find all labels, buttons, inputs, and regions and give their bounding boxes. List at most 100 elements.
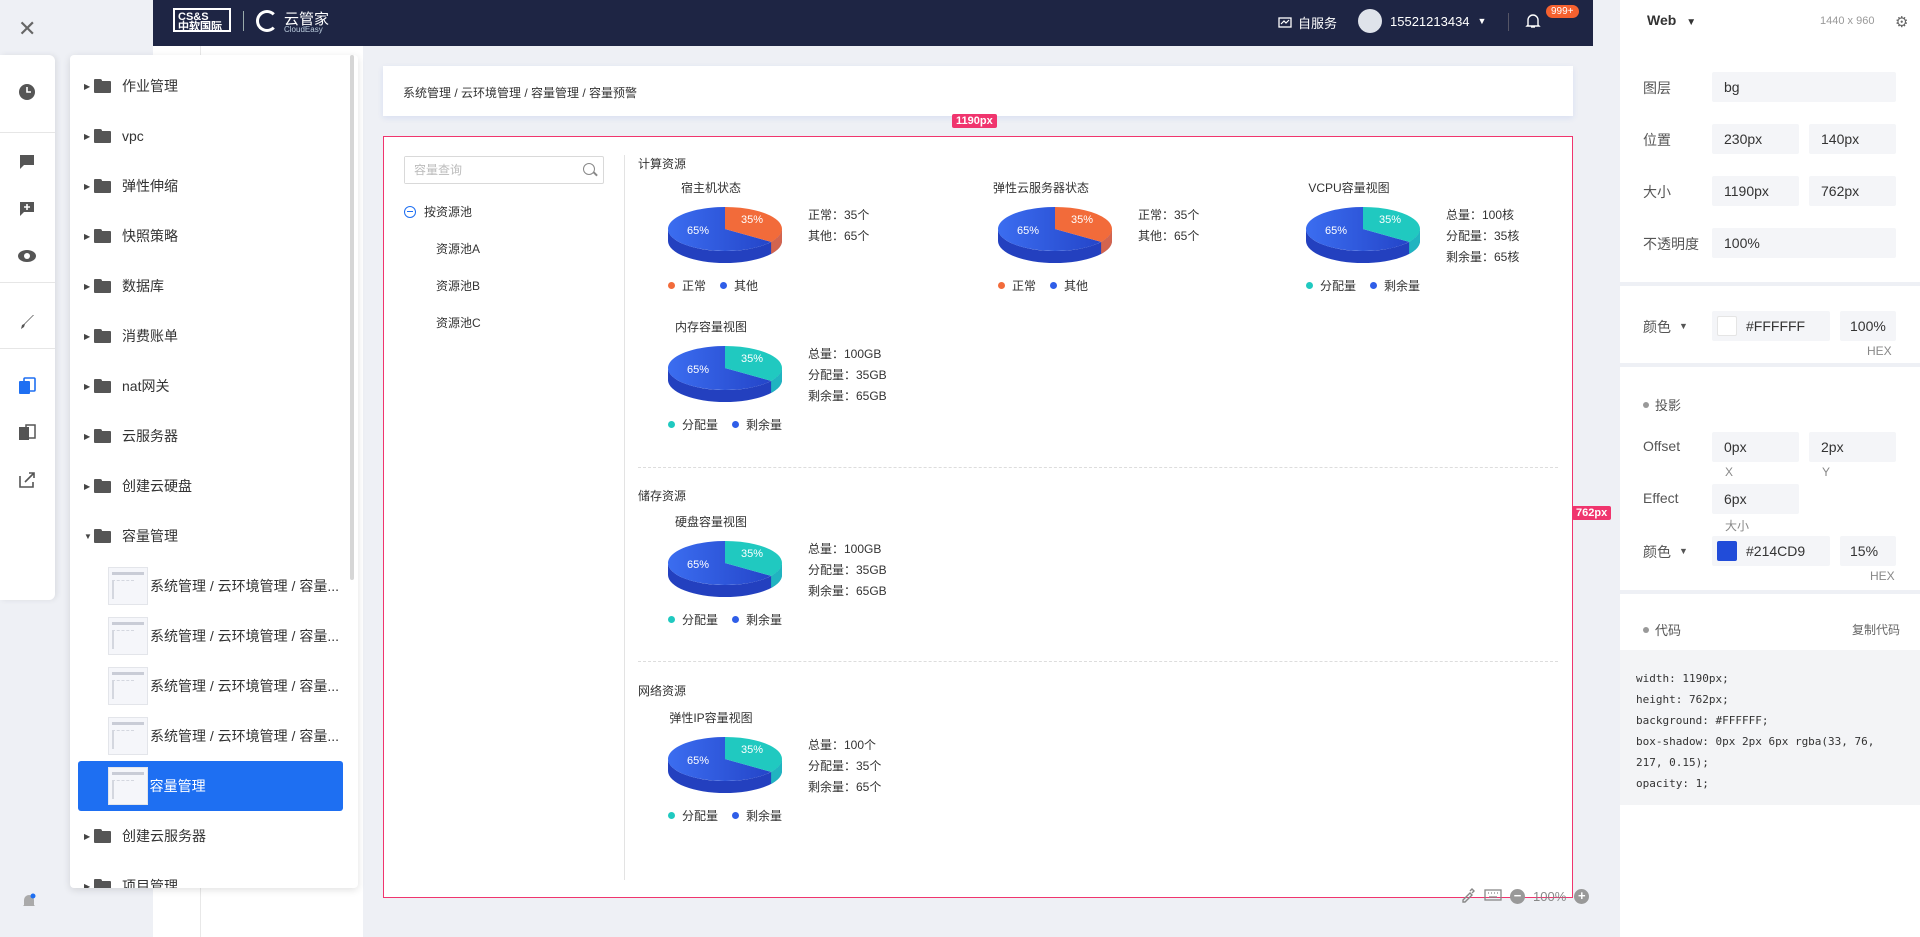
legend-label: 正常 xyxy=(682,279,707,293)
pool-item-a[interactable]: 资源池A xyxy=(436,240,480,257)
caret-icon[interactable]: ▼ xyxy=(70,532,94,541)
device-select[interactable]: Web ▼ xyxy=(1647,12,1696,28)
stat-line: 分配量：35核 xyxy=(1446,229,1520,243)
layer-folder[interactable]: ▶ 创建云硬盘 xyxy=(70,461,350,511)
user-menu[interactable]: 15521213434 ▼ xyxy=(1358,9,1486,33)
layer-folder[interactable]: ▶ 弹性伸缩 xyxy=(70,161,350,211)
legend-dot xyxy=(1050,282,1058,289)
close-icon[interactable]: ✕ xyxy=(18,16,36,42)
legend-item[interactable]: 剩余量 xyxy=(732,416,782,433)
shadow-blur-field[interactable]: 6px xyxy=(1712,484,1799,514)
layer-folder[interactable]: ▶ 创建云服务器 xyxy=(70,811,350,861)
keyboard-icon[interactable] xyxy=(1484,889,1502,904)
search-input[interactable] xyxy=(405,157,565,183)
code-line: box-shadow: 0px 2px 6px rgba(33, 76, 217… xyxy=(1636,735,1882,769)
artboard-size: 1440 x 960 xyxy=(1820,15,1875,27)
pool-item-b[interactable]: 资源池B xyxy=(436,277,480,294)
fill-opacity-field[interactable]: 100% xyxy=(1840,311,1896,341)
layer-page-item-active[interactable]: 容量管理 xyxy=(78,761,343,811)
height-field[interactable]: 762px xyxy=(1809,176,1896,206)
fill-color-select[interactable]: 颜色 ▼ xyxy=(1643,317,1688,337)
caret-icon[interactable]: ▶ xyxy=(70,882,94,889)
layer-folder[interactable]: ▶ 项目管理 xyxy=(70,861,350,888)
layer-folder-expanded[interactable]: ▼ 容量管理 xyxy=(70,511,350,561)
layers-icon[interactable] xyxy=(16,375,38,397)
legend-item[interactable]: 其他 xyxy=(1050,277,1088,294)
shadow-color-swatch[interactable] xyxy=(1717,541,1737,561)
caret-icon[interactable]: ▶ xyxy=(70,332,94,341)
legend-item[interactable]: 分配量 xyxy=(1306,277,1356,294)
layer-page-item[interactable]: 系统管理 / 云环境管理 / 容量... xyxy=(70,561,350,611)
layers-scrollbar[interactable] xyxy=(350,55,354,580)
legend-item[interactable]: 正常 xyxy=(668,277,706,294)
opacity-field[interactable]: 100% xyxy=(1712,228,1896,258)
pool-item-c[interactable]: 资源池C xyxy=(436,314,481,331)
collapse-icon[interactable] xyxy=(404,205,416,218)
legend-item[interactable]: 剩余量 xyxy=(1370,277,1420,294)
layer-folder[interactable]: ▶ 作业管理 xyxy=(70,61,350,111)
cards-icon[interactable] xyxy=(16,422,38,444)
shadow-offset-y-field[interactable]: 2px xyxy=(1809,432,1896,462)
self-service-link[interactable]: 自服务 xyxy=(1278,13,1337,32)
eyedropper-icon[interactable] xyxy=(1460,887,1476,906)
legend-item[interactable]: 剩余量 xyxy=(732,611,782,628)
capacity-card[interactable]: 按资源池 资源池A 资源池B 资源池C 计算资源 储存资源 网络资源 宿主机状态… xyxy=(383,136,1573,898)
caret-icon[interactable]: ▶ xyxy=(70,232,94,241)
legend-item[interactable]: 其他 xyxy=(720,277,758,294)
caret-icon[interactable]: ▶ xyxy=(70,132,94,141)
legend-item[interactable]: 剩余量 xyxy=(732,807,782,824)
caret-icon[interactable]: ▶ xyxy=(70,482,94,491)
caret-icon[interactable]: ▶ xyxy=(70,182,94,191)
shadow-section-title[interactable]: 投影 xyxy=(1643,395,1681,414)
copy-code-button[interactable]: 复制代码 xyxy=(1852,621,1900,638)
shadow-hex-label: HEX xyxy=(1870,569,1895,583)
export-icon[interactable] xyxy=(16,469,38,491)
legend-item[interactable]: 分配量 xyxy=(668,807,718,824)
layer-page-item[interactable]: 系统管理 / 云环境管理 / 容量... xyxy=(70,711,350,761)
legend-item[interactable]: 分配量 xyxy=(668,611,718,628)
zoom-out-icon[interactable]: − xyxy=(1510,889,1525,904)
position-y-field[interactable]: 140px xyxy=(1809,124,1896,154)
shadow-offset-x-field[interactable]: 0px xyxy=(1712,432,1799,462)
pool-tree-root[interactable]: 按资源池 xyxy=(404,203,472,220)
layer-folder[interactable]: ▶ 快照策略 xyxy=(70,211,350,261)
shadow-opacity-field[interactable]: 15% xyxy=(1840,536,1896,566)
folder-label: 数据库 xyxy=(122,278,164,294)
bell-icon[interactable] xyxy=(1525,12,1541,32)
layer-folder[interactable]: ▶ 消费账单 xyxy=(70,311,350,361)
layer-folder[interactable]: ▶ nat网关 xyxy=(70,361,350,411)
caret-icon[interactable]: ▶ xyxy=(70,432,94,441)
fill-color-swatch[interactable] xyxy=(1717,316,1737,336)
pie-label-large: 65% xyxy=(687,225,709,237)
layer-page-item[interactable]: 系统管理 / 云环境管理 / 容量... xyxy=(70,661,350,711)
gear-icon[interactable]: ⚙ xyxy=(1895,13,1908,31)
page-thumbnail xyxy=(108,617,148,655)
legend-item[interactable]: 分配量 xyxy=(668,416,718,433)
caret-icon[interactable]: ▶ xyxy=(70,832,94,841)
legend-item[interactable]: 正常 xyxy=(998,277,1036,294)
search-icon[interactable] xyxy=(583,163,595,175)
layer-folder[interactable]: ▶ vpc xyxy=(70,111,350,161)
app-topbar: CS&S 中软国际 云管家 CloudEasy 自服务 15521213434 … xyxy=(153,0,1593,46)
shadow-color-select[interactable]: 颜色 ▼ xyxy=(1643,542,1688,562)
section-divider xyxy=(638,467,1558,468)
position-x-field[interactable]: 230px xyxy=(1712,124,1799,154)
comment-icon[interactable] xyxy=(16,151,38,173)
notification-icon[interactable] xyxy=(22,893,36,912)
clock-icon[interactable] xyxy=(16,81,38,103)
eye-icon[interactable] xyxy=(16,245,38,267)
brush-icon[interactable] xyxy=(16,311,38,333)
folder-icon xyxy=(94,179,112,193)
widget-stats: 正常：35个 其他：65个 xyxy=(1138,205,1199,247)
layer-name-field[interactable]: bg xyxy=(1712,72,1896,102)
folder-icon xyxy=(94,279,112,293)
layer-page-item[interactable]: 系统管理 / 云环境管理 / 容量... xyxy=(70,611,350,661)
caret-icon[interactable]: ▶ xyxy=(70,382,94,391)
add-comment-icon[interactable] xyxy=(16,198,38,220)
zoom-in-icon[interactable]: + xyxy=(1574,889,1590,904)
caret-icon[interactable]: ▶ xyxy=(70,82,94,91)
layer-folder[interactable]: ▶ 云服务器 xyxy=(70,411,350,461)
width-field[interactable]: 1190px xyxy=(1712,176,1799,206)
layer-folder[interactable]: ▶ 数据库 xyxy=(70,261,350,311)
caret-icon[interactable]: ▶ xyxy=(70,282,94,291)
